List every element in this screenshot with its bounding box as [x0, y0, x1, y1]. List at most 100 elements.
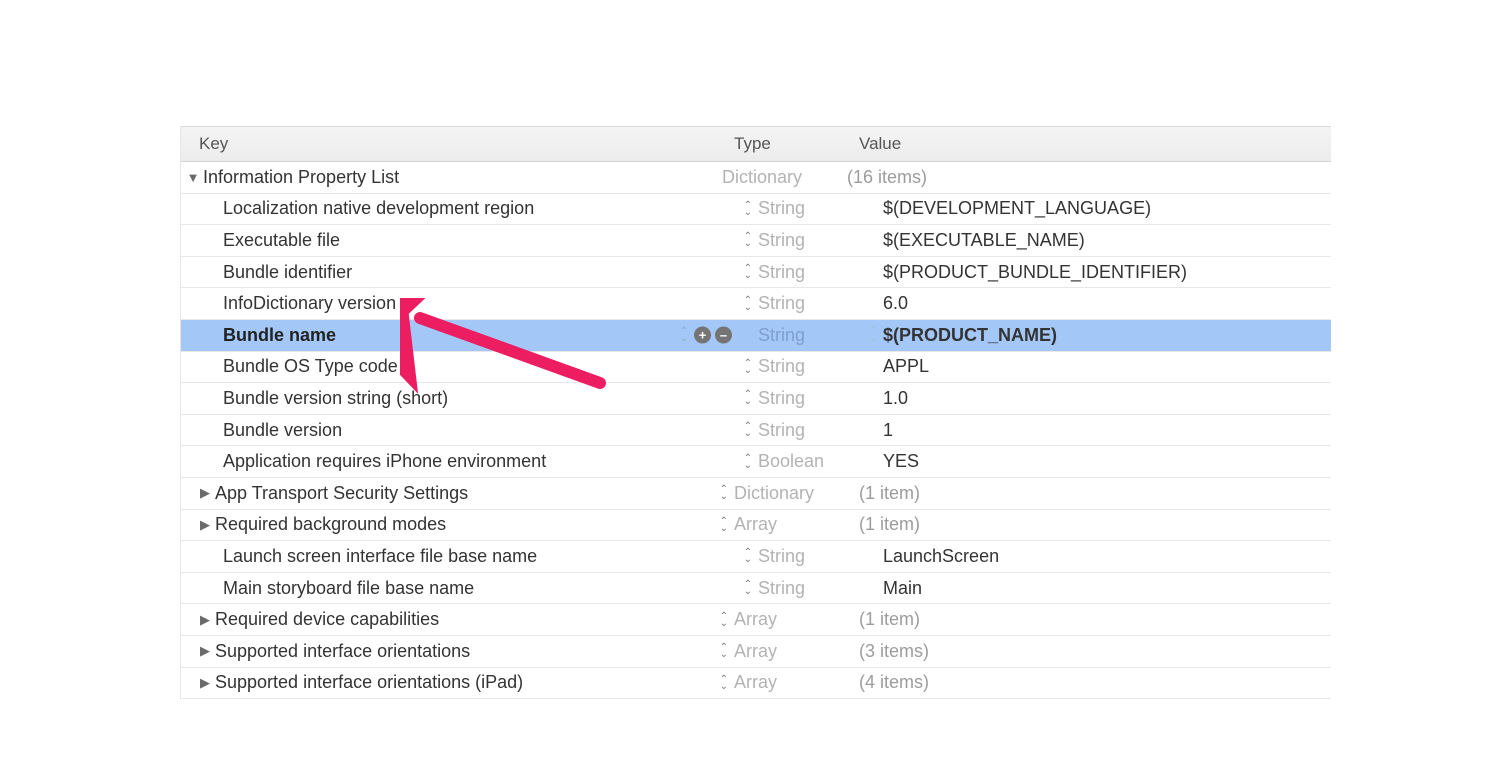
column-header-type-label: Type: [734, 134, 771, 154]
plist-row[interactable]: Application requires iPhone environment⌃…: [181, 446, 1331, 478]
type-cell[interactable]: String: [758, 262, 883, 283]
key-stepper-icon[interactable]: ⌃⌄: [720, 676, 728, 690]
plist-row[interactable]: ▶Required background modes⌃⌄Array(1 item…: [181, 510, 1331, 542]
add-row-button[interactable]: +: [694, 327, 711, 344]
plist-row[interactable]: Executable file⌃⌄String$(EXECUTABLE_NAME…: [181, 225, 1331, 257]
plist-row[interactable]: Main storyboard file base name⌃⌄StringMa…: [181, 573, 1331, 605]
key-stepper-icon[interactable]: ⌃⌄: [744, 455, 752, 469]
key-stepper-icon[interactable]: ⌃⌄: [720, 518, 728, 532]
key-cell[interactable]: ▶Supported interface orientations⌃⌄: [181, 641, 734, 662]
key-cell[interactable]: Executable file⌃⌄: [181, 230, 758, 251]
value-cell[interactable]: (3 items): [859, 641, 1331, 662]
key-cell[interactable]: Application requires iPhone environment⌃…: [181, 451, 758, 472]
value-cell[interactable]: (1 item): [859, 609, 1331, 630]
key-cell[interactable]: ▶Required background modes⌃⌄: [181, 514, 734, 535]
disclosure-triangle-down-icon[interactable]: ▼: [187, 170, 199, 185]
type-cell[interactable]: Boolean: [758, 451, 883, 472]
key-stepper-icon[interactable]: ⌃⌄: [720, 613, 728, 627]
value-cell[interactable]: 6.0: [883, 293, 1331, 314]
key-stepper-icon[interactable]: ⌃⌄: [744, 423, 752, 437]
value-cell[interactable]: 1.0: [883, 388, 1331, 409]
type-cell[interactable]: String: [758, 293, 883, 314]
key-stepper-icon[interactable]: ⌃⌄: [744, 297, 752, 311]
root-key-cell[interactable]: ▼ Information Property List: [181, 167, 722, 188]
key-stepper-icon[interactable]: ⌃⌄: [744, 202, 752, 216]
type-cell[interactable]: Array: [734, 514, 859, 535]
value-label: $(EXECUTABLE_NAME): [883, 230, 1085, 251]
value-cell[interactable]: $(DEVELOPMENT_LANGUAGE): [883, 198, 1331, 219]
plist-row[interactable]: ▶Supported interface orientations (iPad)…: [181, 668, 1331, 700]
type-cell[interactable]: String: [758, 198, 883, 219]
type-stepper-icon[interactable]: ⌃⌄: [869, 328, 877, 342]
key-stepper-icon[interactable]: ⌃⌄: [744, 233, 752, 247]
key-cell[interactable]: ▶App Transport Security Settings⌃⌄: [181, 483, 734, 504]
key-cell[interactable]: Bundle identifier⌃⌄: [181, 262, 758, 283]
plist-row[interactable]: Localization native development region⌃⌄…: [181, 194, 1331, 226]
key-cell[interactable]: ▶Supported interface orientations (iPad)…: [181, 672, 734, 693]
key-stepper-icon[interactable]: ⌃⌄: [720, 644, 728, 658]
key-stepper-icon[interactable]: ⌃⌄: [680, 328, 688, 342]
key-stepper-icon[interactable]: ⌃⌄: [744, 549, 752, 563]
plist-row[interactable]: ▶Supported interface orientations⌃⌄Array…: [181, 636, 1331, 668]
key-cell[interactable]: Localization native development region⌃⌄: [181, 198, 758, 219]
plist-row[interactable]: Bundle name⌃⌄+–String⌃⌄$(PRODUCT_NAME): [181, 320, 1331, 352]
plist-row[interactable]: Bundle version⌃⌄String1: [181, 415, 1331, 447]
type-cell[interactable]: Array: [734, 641, 859, 662]
key-stepper-icon[interactable]: ⌃⌄: [744, 265, 752, 279]
disclosure-triangle-right-icon[interactable]: ▶: [199, 612, 211, 628]
value-cell[interactable]: (1 item): [859, 483, 1331, 504]
column-header-type[interactable]: Type: [734, 134, 859, 154]
type-cell[interactable]: String: [758, 388, 883, 409]
value-cell[interactable]: $(PRODUCT_NAME): [883, 325, 1331, 346]
value-cell[interactable]: (4 items): [859, 672, 1331, 693]
disclosure-triangle-right-icon[interactable]: ▶: [199, 675, 211, 691]
value-cell[interactable]: YES: [883, 451, 1331, 472]
key-stepper-icon[interactable]: ⌃⌄: [720, 486, 728, 500]
column-header-value[interactable]: Value: [859, 134, 1331, 154]
type-cell[interactable]: String: [758, 356, 883, 377]
key-label: Required device capabilities: [215, 609, 439, 630]
type-cell[interactable]: String: [758, 546, 883, 567]
plist-row[interactable]: Bundle identifier⌃⌄String$(PRODUCT_BUNDL…: [181, 257, 1331, 289]
plist-row[interactable]: Launch screen interface file base name⌃⌄…: [181, 541, 1331, 573]
key-cell[interactable]: Main storyboard file base name⌃⌄: [181, 578, 758, 599]
column-header-key[interactable]: Key: [181, 134, 734, 154]
key-stepper-icon[interactable]: ⌃⌄: [744, 581, 752, 595]
disclosure-triangle-right-icon[interactable]: ▶: [199, 643, 211, 659]
value-cell[interactable]: (1 item): [859, 514, 1331, 535]
disclosure-triangle-right-icon[interactable]: ▶: [199, 517, 211, 533]
plist-row[interactable]: InfoDictionary version⌃⌄String6.0: [181, 288, 1331, 320]
remove-row-button[interactable]: –: [715, 327, 732, 344]
plist-row[interactable]: ▶App Transport Security Settings⌃⌄Dictio…: [181, 478, 1331, 510]
key-cell[interactable]: Bundle version string (short)⌃⌄: [181, 388, 758, 409]
value-cell[interactable]: $(PRODUCT_BUNDLE_IDENTIFIER): [883, 262, 1331, 283]
type-cell[interactable]: String: [758, 420, 883, 441]
type-cell[interactable]: Array: [734, 672, 859, 693]
value-cell[interactable]: $(EXECUTABLE_NAME): [883, 230, 1331, 251]
type-cell[interactable]: String: [758, 230, 883, 251]
type-cell[interactable]: String: [758, 578, 883, 599]
type-cell[interactable]: Array: [734, 609, 859, 630]
key-stepper-icon[interactable]: ⌃⌄: [744, 360, 752, 374]
plist-row[interactable]: Bundle version string (short)⌃⌄String1.0: [181, 383, 1331, 415]
plist-row[interactable]: ▶Required device capabilities ⌃⌄ Array(1 i…: [181, 604, 1331, 636]
plist-row[interactable]: Bundle OS Type code⌃⌄StringAPPL: [181, 352, 1331, 384]
key-cell[interactable]: Bundle version⌃⌄: [181, 420, 758, 441]
disclosure-triangle-right-icon[interactable]: ▶: [199, 485, 211, 501]
plist-root-row[interactable]: ▼ Information Property List Dictionary (…: [181, 162, 1331, 194]
key-cell[interactable]: Launch screen interface file base name⌃⌄: [181, 546, 758, 567]
value-cell[interactable]: Main: [883, 578, 1331, 599]
key-cell[interactable]: InfoDictionary version⌃⌄: [181, 293, 758, 314]
value-cell[interactable]: APPL: [883, 356, 1331, 377]
key-stepper-icon[interactable]: ⌃⌄: [744, 391, 752, 405]
root-value-label: (16 items): [847, 167, 927, 188]
key-cell[interactable]: Bundle OS Type code⌃⌄: [181, 356, 758, 377]
value-cell[interactable]: LaunchScreen: [883, 546, 1331, 567]
type-cell[interactable]: String⌃⌄: [758, 325, 883, 346]
value-cell[interactable]: 1: [883, 420, 1331, 441]
type-cell[interactable]: Dictionary: [734, 483, 859, 504]
value-label: 1: [883, 420, 893, 441]
value-label: 1.0: [883, 388, 908, 409]
key-cell[interactable]: Bundle name⌃⌄+–: [181, 325, 758, 346]
key-cell[interactable]: ▶Required device capabilities ⌃⌄: [181, 609, 734, 630]
